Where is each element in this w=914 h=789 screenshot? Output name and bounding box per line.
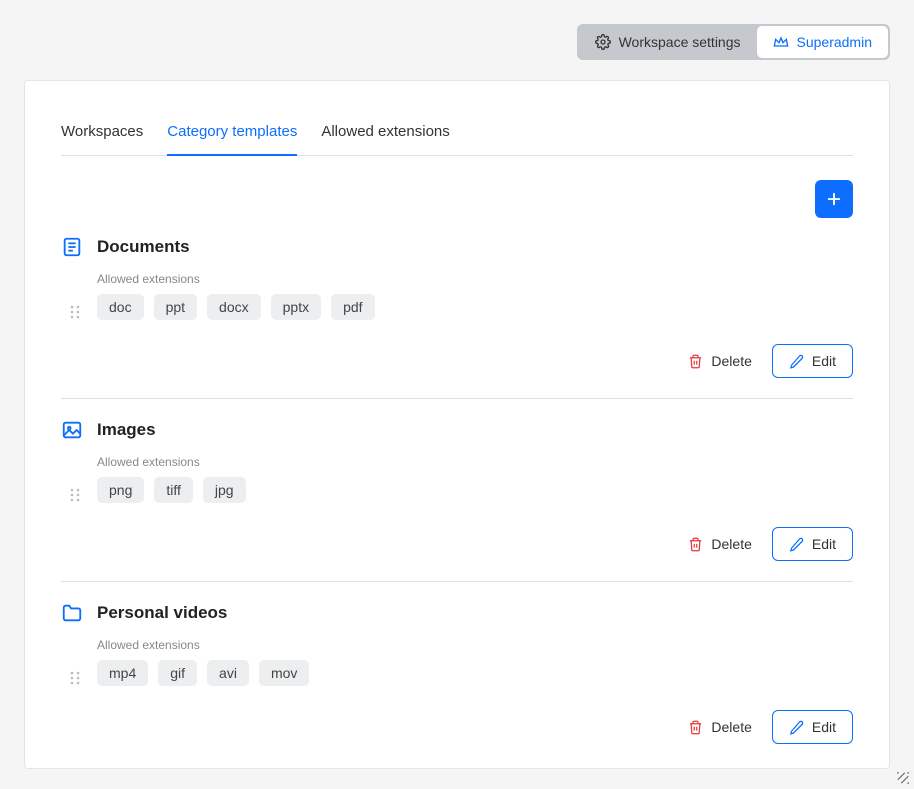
category-header: Images	[61, 419, 853, 441]
workspace-settings-label: Workspace settings	[619, 34, 741, 50]
delete-button[interactable]: Delete	[682, 345, 757, 377]
extension-chip: avi	[207, 660, 249, 686]
document-icon	[61, 236, 83, 258]
extensions-row: docpptdocx pptxpdf	[97, 294, 853, 320]
folder-icon	[61, 602, 83, 624]
superadmin-label: Superadmin	[797, 34, 873, 50]
pencil-icon	[789, 354, 804, 369]
delete-button[interactable]: Delete	[682, 711, 757, 743]
extension-chip: mp4	[97, 660, 148, 686]
extension-chip: doc	[97, 294, 144, 320]
image-icon	[61, 419, 83, 441]
edit-button[interactable]: Edit	[772, 344, 853, 378]
extension-chip: docx	[207, 294, 261, 320]
extension-chip: jpg	[203, 477, 246, 503]
category-item: Documents Allowed extensions docpptdocxp…	[61, 236, 853, 399]
extension-chip: pdf	[331, 294, 374, 320]
add-category-button[interactable]	[815, 180, 853, 218]
delete-button[interactable]: Delete	[682, 528, 757, 560]
workspace-settings-button[interactable]: Workspace settings	[579, 26, 757, 58]
category-actions: Delete Edit	[97, 527, 853, 561]
tab-category-templates[interactable]: Category templates	[167, 113, 297, 156]
delete-label: Delete	[711, 353, 751, 369]
delete-label: Delete	[711, 536, 751, 552]
extensions-row: pngtiffjpg	[97, 477, 853, 503]
extension-chip: pptx	[271, 294, 321, 320]
category-header: Documents	[61, 236, 853, 258]
drag-handle-icon	[69, 304, 81, 320]
drag-handle[interactable]	[69, 670, 81, 691]
extension-chip: gif	[158, 660, 197, 686]
drag-handle[interactable]	[69, 487, 81, 508]
category-header: Personal videos	[61, 602, 853, 624]
trash-icon	[688, 720, 703, 735]
edit-label: Edit	[812, 536, 836, 552]
extension-chip: tiff	[154, 477, 193, 503]
allowed-extensions-label: Allowed extensions	[97, 272, 853, 286]
drag-handle-icon	[69, 487, 81, 503]
trash-icon	[688, 354, 703, 369]
pencil-icon	[789, 537, 804, 552]
edit-label: Edit	[812, 719, 836, 735]
edit-button[interactable]: Edit	[772, 710, 853, 744]
superadmin-button[interactable]: Superadmin	[757, 26, 889, 58]
category-item: Images Allowed extensions pngtiffjpg Del…	[61, 419, 853, 582]
resize-handle-icon[interactable]	[896, 771, 910, 785]
gear-icon	[595, 34, 611, 50]
edit-button[interactable]: Edit	[772, 527, 853, 561]
category-title: Personal videos	[97, 603, 227, 623]
main-card: Workspaces Category templates Allowed ex…	[24, 80, 890, 769]
crown-icon	[773, 34, 789, 50]
drag-handle-icon	[69, 670, 81, 686]
category-title: Documents	[97, 237, 190, 257]
header-toggle: Workspace settings Superadmin	[577, 24, 890, 60]
pencil-icon	[789, 720, 804, 735]
plus-icon	[825, 190, 843, 208]
extension-chip: ppt	[154, 294, 197, 320]
category-title: Images	[97, 420, 156, 440]
allowed-extensions-label: Allowed extensions	[97, 455, 853, 469]
extensions-row: mp4 gifavimov	[97, 660, 853, 686]
category-body: Allowed extensions docpptdocx pptxpdf Del…	[61, 272, 853, 378]
category-actions: Delete Edit	[97, 710, 853, 744]
category-body: Allowed extensions mp4 gifavimov Delete E…	[61, 638, 853, 744]
category-body: Allowed extensions pngtiffjpg Delete Edi…	[61, 455, 853, 561]
extension-chip: png	[97, 477, 144, 503]
category-actions: Delete Edit	[97, 344, 853, 378]
category-item: Personal videos Allowed extensions mp4 gi…	[61, 602, 853, 764]
tabs: Workspaces Category templates Allowed ex…	[61, 113, 853, 156]
tab-allowed-extensions[interactable]: Allowed extensions	[321, 113, 449, 156]
delete-label: Delete	[711, 719, 751, 735]
extension-chip: mov	[259, 660, 309, 686]
add-row	[61, 180, 853, 218]
drag-handle[interactable]	[69, 304, 81, 325]
allowed-extensions-label: Allowed extensions	[97, 638, 853, 652]
trash-icon	[688, 537, 703, 552]
tab-workspaces[interactable]: Workspaces	[61, 113, 143, 156]
edit-label: Edit	[812, 353, 836, 369]
